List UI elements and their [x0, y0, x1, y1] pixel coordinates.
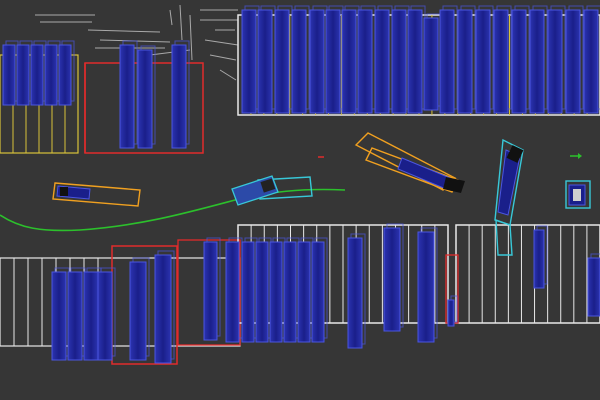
parked-vehicle	[493, 5, 512, 114]
parked-vehicle	[565, 5, 584, 114]
parked-vehicle	[547, 5, 566, 114]
parked-vehicle	[383, 223, 404, 332]
parked-vehicle	[309, 5, 328, 114]
vehicle-right-small	[568, 184, 586, 206]
parking-bev-visualization	[0, 0, 600, 400]
parked-vehicle	[423, 13, 442, 111]
parked-vehicle	[374, 5, 393, 114]
parked-vehicle	[137, 45, 156, 149]
parked-vehicle	[171, 40, 190, 149]
parked-vehicle	[347, 233, 366, 349]
parked-vehicle	[67, 267, 86, 361]
parked-vehicle	[417, 227, 438, 343]
parked-vehicle	[241, 5, 260, 114]
parked-vehicle	[475, 5, 494, 114]
parked-vehicle	[529, 5, 548, 114]
parked-vehicle	[129, 257, 150, 361]
parked-vehicle	[407, 5, 426, 114]
parked-vehicle	[391, 5, 410, 114]
parked-vehicle	[457, 5, 476, 114]
parked-vehicle	[154, 250, 175, 364]
parked-vehicle	[51, 267, 70, 361]
parked-vehicle	[291, 5, 310, 114]
parked-vehicle	[587, 253, 600, 317]
parked-vehicle	[257, 5, 276, 114]
parked-vehicle	[439, 5, 458, 114]
parked-vehicle	[119, 40, 138, 149]
parked-vehicle	[325, 5, 344, 114]
parked-vehicle	[341, 5, 360, 114]
parked-vehicle	[583, 5, 600, 114]
parked-vehicle	[274, 5, 293, 114]
parked-vehicle	[357, 5, 376, 114]
parked-vehicle	[97, 267, 116, 361]
parked-vehicle	[511, 5, 530, 114]
